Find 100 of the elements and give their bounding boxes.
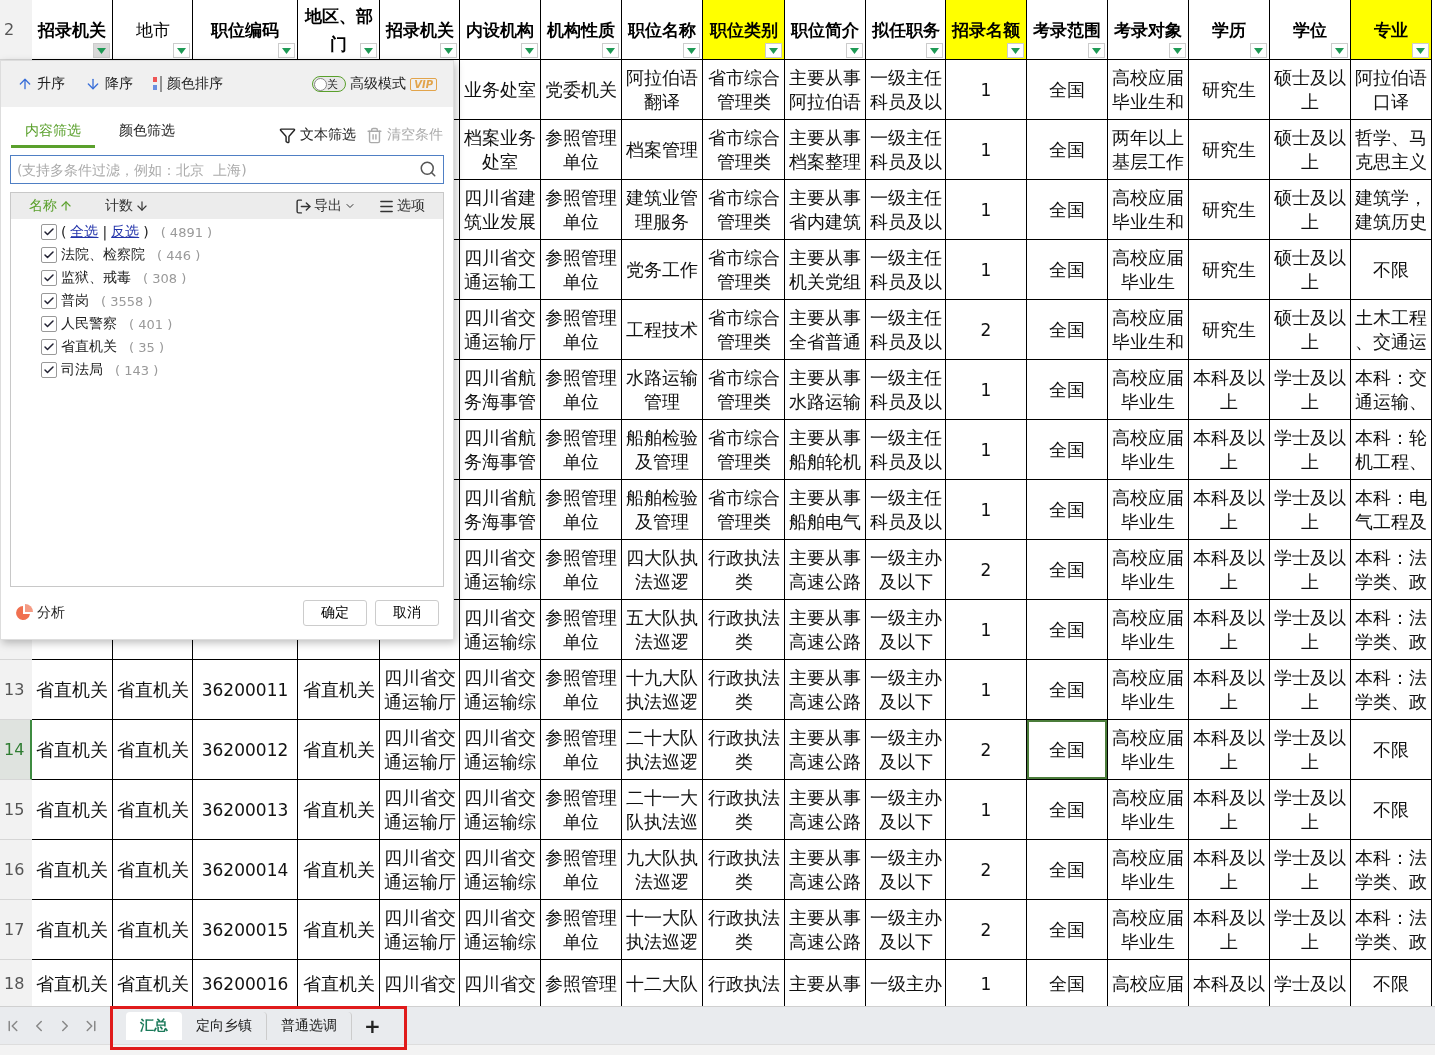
table-cell: 1 [946, 600, 1027, 660]
options-button[interactable]: 选项 [370, 197, 433, 215]
table-cell: 二十大队执法巡逻 [622, 720, 703, 780]
dialog-button[interactable]: 取消 [375, 600, 439, 626]
filter-dropdown-button[interactable] [765, 43, 782, 58]
table-cell: 学士及以上 [1270, 360, 1351, 420]
checkbox[interactable] [41, 362, 57, 378]
check-icon [43, 364, 55, 376]
dropdown-triangle-icon [1416, 47, 1425, 54]
table-cell: 参照管理单位 [541, 180, 622, 240]
up-arrow-icon [59, 199, 73, 213]
advanced-mode-label: 高级模式 [350, 75, 407, 93]
checkbox[interactable] [41, 339, 57, 355]
table-cell: 本科及以上 [1189, 480, 1270, 540]
filter-dropdown-button[interactable] [278, 43, 295, 58]
table-cell: 水路运输管理 [622, 360, 703, 420]
column-header: 拟任职务 [866, 0, 946, 60]
filter-dropdown-button[interactable] [1412, 43, 1429, 58]
table-cell: 党务工作 [622, 240, 703, 300]
table-cell: 主要从事船舶电气 [785, 480, 866, 540]
table-cell: 参照管理单位 [541, 720, 622, 780]
table-cell: 主要从事高速公路 [785, 720, 866, 780]
table-cell: 一级主任科员及以 [866, 60, 946, 120]
table-cell: 船舶检验及管理 [622, 420, 703, 480]
table-cell: 全国 [1027, 480, 1108, 540]
add-sheet-button[interactable]: + [352, 1013, 393, 1038]
checkbox[interactable] [41, 316, 57, 332]
table-cell: 本科及以上 [1189, 540, 1270, 600]
table-cell: 四川省航务海事管 [460, 420, 541, 480]
sort-ascending-icon [17, 76, 33, 92]
filter-tab[interactable]: 颜色筛选 [105, 122, 189, 148]
checkbox[interactable] [41, 270, 57, 286]
table-cell: 一级主任科员及以 [866, 300, 946, 360]
table-cell: 业务处室 [460, 60, 541, 120]
filter-dropdown-button[interactable] [521, 43, 538, 58]
table-cell: 四川省交通运输厅 [460, 300, 541, 360]
filter-dropdown-button[interactable] [440, 43, 457, 58]
table-cell: 四川省交通运输厅 [380, 780, 460, 840]
column-header: 机构性质 [541, 0, 622, 60]
table-cell: 1 [946, 420, 1027, 480]
filter-dropdown-button[interactable] [1088, 43, 1105, 58]
item-count: ( 4891 ) [160, 224, 213, 240]
table-cell: 高校应届毕业生 [1108, 540, 1189, 600]
table-cell: 一级主任科员及以 [866, 420, 946, 480]
sort-by-count-button[interactable]: 计数 [97, 197, 157, 215]
sort-descending-button[interactable]: 降序 [85, 75, 133, 93]
filter-dropdown-button[interactable] [1169, 43, 1186, 58]
checkbox[interactable] [41, 224, 57, 240]
filter-dropdown-button[interactable] [1007, 43, 1024, 58]
table-cell: 行政执法类 [703, 540, 785, 600]
filter-dropdown-button[interactable] [1250, 43, 1267, 58]
table-cell: 行政执法类 [703, 720, 785, 780]
item-count: ( 446 ) [157, 247, 201, 263]
table-cell: 本科：法学类、政 [1351, 840, 1432, 900]
select-all-link[interactable]: 全选 [70, 223, 99, 241]
filter-dropdown-button[interactable] [1331, 43, 1348, 58]
export-button[interactable]: 导出 [287, 197, 364, 215]
text-filter-button[interactable]: 文本筛选 [279, 126, 356, 144]
table-cell: 36200012 [193, 720, 298, 780]
color-sort-button[interactable]: 颜色排序 [153, 75, 223, 93]
checkbox[interactable] [41, 293, 57, 309]
column-header: 招录机关 [32, 0, 113, 60]
trash-icon [366, 126, 383, 144]
select-all-label: ( [61, 224, 67, 240]
sort-ascending-button[interactable]: 升序 [17, 75, 65, 93]
dialog-button[interactable]: 确定 [303, 600, 367, 626]
filter-dropdown-button[interactable] [683, 43, 700, 58]
filter-dropdown-button[interactable] [360, 43, 377, 58]
table-cell: 行政执法类 [703, 600, 785, 660]
sheet-tab[interactable]: 普通选调 [267, 1011, 352, 1040]
table-cell: 本科：法学类、政 [1351, 900, 1432, 960]
column-header: 地市 [113, 0, 193, 60]
table-cell: 全国 [1027, 900, 1108, 960]
table-cell: 1 [946, 120, 1027, 180]
filter-dropdown-button[interactable] [93, 43, 110, 58]
table-cell: 党委机关 [541, 60, 622, 120]
search-field[interactable]: (支持多条件过滤，例如：北京 上海) [10, 155, 444, 184]
sheet-tab[interactable]: 汇总 [126, 1011, 182, 1040]
filter-dropdown-button[interactable] [846, 43, 863, 58]
table-cell: 高校应届毕业生 [1108, 840, 1189, 900]
checkbox[interactable] [41, 247, 57, 263]
filter-dropdown-button[interactable] [173, 43, 190, 58]
table-cell: 四川省交通运输综 [460, 600, 541, 660]
table-cell: 高校应届毕业生 [1108, 480, 1189, 540]
table-cell: 学士及以上 [1270, 600, 1351, 660]
filter-dropdown-button[interactable] [602, 43, 619, 58]
sheet-tab[interactable]: 定向乡镇 [182, 1011, 267, 1040]
export-icon [295, 197, 312, 215]
table-cell: 高校应届毕业生 [1108, 600, 1189, 660]
row-number: 13 [0, 660, 32, 720]
table-cell: 工程技术 [622, 300, 703, 360]
table-cell: 本科及以上 [1189, 780, 1270, 840]
table-cell: 四川省交通运输厅 [380, 900, 460, 960]
invert-selection-link[interactable]: 反选 [111, 223, 140, 241]
advanced-mode-toggle[interactable]: 关 [312, 76, 347, 92]
table-cell: 省直机关 [298, 780, 380, 840]
table-cell: 行政执法类 [703, 660, 785, 720]
analyze-button[interactable]: 分析 [15, 604, 65, 622]
filter-dropdown-button[interactable] [926, 43, 943, 58]
table-cell: 学士及以上 [1270, 540, 1351, 600]
